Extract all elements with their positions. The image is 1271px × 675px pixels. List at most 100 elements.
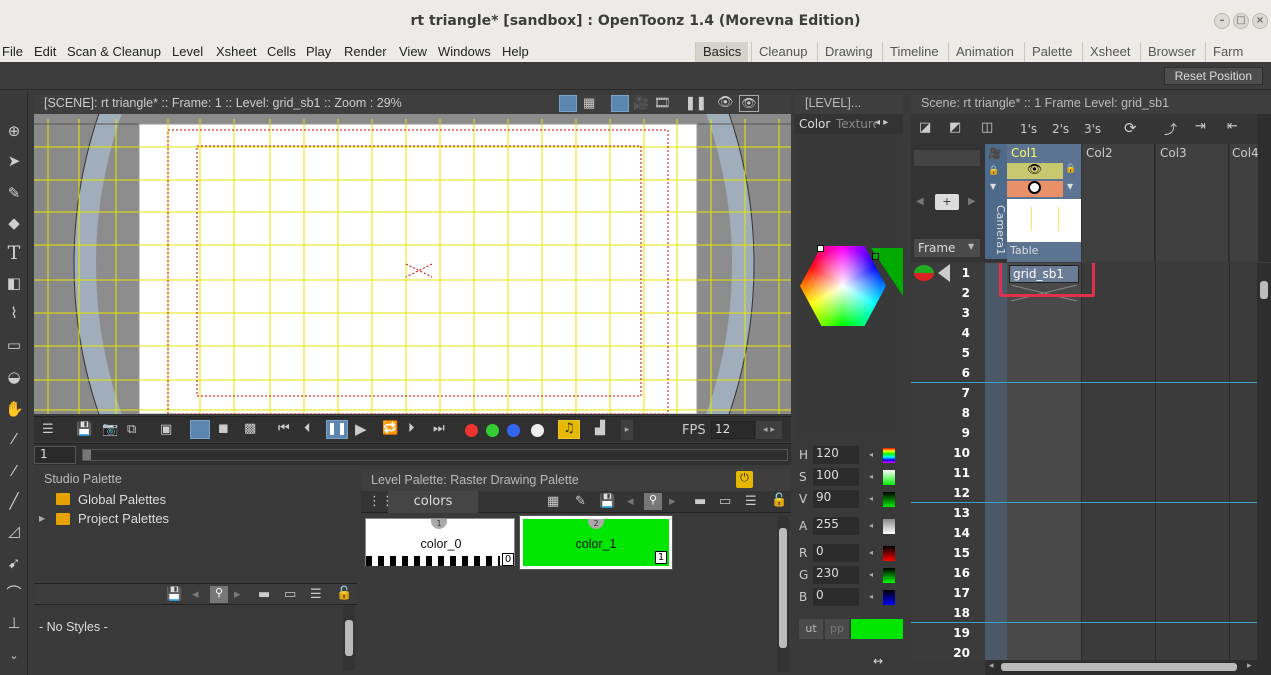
menu-play[interactable]: Play — [306, 44, 331, 59]
menu-cells[interactable]: Cells — [267, 44, 296, 59]
remove-icon[interactable]: ⇤ — [1227, 119, 1238, 134]
r-field[interactable]: 0 — [813, 544, 859, 562]
a-slider[interactable] — [883, 519, 895, 534]
h-field[interactable]: 120 — [813, 446, 859, 464]
b-slider[interactable] — [883, 590, 895, 605]
camera-stand-view-icon[interactable] — [611, 95, 629, 112]
fps-field[interactable]: 12 — [711, 421, 755, 439]
safe-area-toggle-icon[interactable] — [559, 95, 577, 112]
reset-position-button[interactable]: Reset Position — [1163, 67, 1263, 85]
frame-slider-handle[interactable] — [83, 450, 91, 460]
selection-tool-icon[interactable]: ➤ — [5, 152, 23, 170]
camera-lock-icon[interactable]: 🔒 — [988, 166, 999, 176]
save-icon[interactable]: 💾 — [76, 422, 92, 437]
bender-tool-icon[interactable]: ⊥ — [5, 614, 23, 632]
room-timeline[interactable]: Timeline — [882, 42, 946, 62]
sub-camera-preview-icon[interactable]: 👁 — [739, 95, 759, 112]
large-chips-icon[interactable]: ▭ — [284, 587, 296, 602]
scroll-right-icon[interactable]: ▸ — [1247, 661, 1252, 671]
xsheet-horizontal-scrollbar[interactable]: ◂ ▸ — [985, 660, 1271, 675]
menu-view[interactable]: View — [399, 44, 427, 59]
histogram-icon[interactable]: ▟ — [595, 421, 605, 436]
brush-tool-icon[interactable]: ✎ — [5, 184, 23, 202]
key-icon[interactable]: ⚲ — [644, 493, 662, 510]
s-field[interactable]: 100 — [813, 468, 859, 486]
viewer-canvas[interactable] — [34, 114, 791, 414]
checker-bg-icon[interactable]: ▩ — [244, 421, 256, 436]
save-palette-icon[interactable]: 💾 — [599, 494, 615, 509]
tab-color[interactable]: Color — [799, 117, 830, 131]
small-chips-icon[interactable]: ▬ — [258, 587, 270, 602]
v-slider[interactable] — [883, 492, 895, 507]
style-list-scroll-thumb[interactable] — [345, 620, 353, 656]
expand-arrow-icon[interactable]: ▶ — [39, 514, 45, 523]
power-icon[interactable]: ⏻ — [736, 471, 753, 488]
menu-xsheet[interactable]: Xsheet — [216, 44, 256, 59]
menu-windows[interactable]: Windows — [438, 44, 491, 59]
control-point-editor-icon[interactable]: ╱ — [5, 492, 23, 510]
v-slider-arrow-icon[interactable]: ◂ — [869, 494, 873, 503]
frame-dropdown[interactable]: Frame ▼ — [914, 239, 980, 257]
define-subcamera-icon[interactable]: ▣ — [160, 422, 172, 437]
r-slider-arrow-icon[interactable]: ◂ — [869, 548, 873, 557]
v-field[interactable]: 90 — [813, 490, 859, 508]
room-xsheet[interactable]: Xsheet — [1082, 42, 1137, 62]
next-icon[interactable]: ▸ — [669, 494, 676, 509]
col1-preview-toggle[interactable]: 👁 — [1007, 162, 1063, 179]
g-slider[interactable] — [883, 568, 895, 583]
white-bg-icon[interactable] — [190, 420, 210, 439]
horizontal-scroll-thumb[interactable] — [1001, 663, 1237, 671]
loop-icon[interactable]: 🔁 — [382, 421, 398, 436]
b-field[interactable]: 0 — [813, 588, 859, 606]
step-2s-button[interactable]: 2's — [1052, 122, 1069, 136]
a-field[interactable]: 255 — [813, 517, 859, 535]
col3-header[interactable]: Col3 — [1156, 144, 1229, 262]
reframe-icon[interactable]: ⟳ — [1124, 119, 1137, 137]
h-slider-arrow-icon[interactable]: ◂ — [869, 450, 873, 459]
small-chips-icon[interactable]: ▬ — [694, 494, 706, 509]
col1-dropdown-icon[interactable]: ▼ — [1067, 182, 1073, 191]
field-guide-icon[interactable]: ▦ — [583, 95, 595, 111]
menu-edit[interactable]: Edit — [34, 44, 56, 59]
room-drawing[interactable]: Drawing — [817, 42, 880, 62]
more-options-icon[interactable]: ▸ — [621, 420, 633, 440]
fps-stepper[interactable]: ◂ ▸ — [756, 421, 782, 439]
palette-scrollbar[interactable] — [777, 516, 789, 672]
s-slider[interactable] — [883, 470, 895, 485]
tabs-scroll-icon[interactable]: ◂ ▸ — [875, 117, 888, 128]
scroll-left-icon[interactable]: ◂ — [989, 661, 994, 671]
prev-frame-icon[interactable]: ⏴ — [304, 421, 311, 436]
next-icon[interactable]: ▸ — [234, 587, 241, 602]
geometric-tool-icon[interactable]: ◆ — [5, 214, 23, 232]
preview-icon[interactable]: 👁 — [717, 94, 734, 110]
col2-header[interactable]: Col2 — [1082, 144, 1155, 262]
auto-apply-button[interactable]: ut — [799, 619, 823, 639]
room-browser[interactable]: Browser — [1140, 42, 1203, 62]
blue-channel-icon[interactable] — [507, 424, 520, 437]
fill-tool-icon[interactable]: ◧ — [5, 274, 23, 292]
r-slider[interactable] — [883, 546, 895, 561]
list-menu-icon[interactable]: ☰ — [310, 587, 322, 602]
b-slider-arrow-icon[interactable]: ◂ — [869, 592, 873, 601]
palette-scroll-thumb[interactable] — [779, 528, 787, 648]
xsheet-toolbar-scroll[interactable] — [1257, 114, 1271, 144]
grid-view-icon[interactable]: ▦ — [547, 494, 559, 509]
h-slider[interactable] — [883, 448, 895, 463]
animate-tool-icon[interactable]: ⊕ — [5, 122, 23, 140]
wheel-handle[interactable] — [817, 245, 824, 252]
pause-icon[interactable]: ❚❚ — [326, 420, 348, 439]
magnet-tool-icon[interactable]: ⌒ — [5, 584, 23, 602]
lock-icon[interactable]: 🔓 — [336, 586, 352, 601]
a-slider-arrow-icon[interactable]: ◂ — [869, 521, 873, 530]
step-3s-button[interactable]: 3's — [1084, 122, 1101, 136]
resize-icon[interactable]: ↔ — [873, 654, 883, 668]
room-farm[interactable]: Farm — [1205, 42, 1250, 62]
menu-scan-cleanup[interactable]: Scan & Cleanup — [67, 44, 161, 59]
compare-icon[interactable]: ⧉ — [127, 422, 136, 437]
new-toonz-level-icon[interactable]: ◩ — [949, 120, 961, 135]
finger-tool-icon[interactable]: ✋ — [5, 400, 24, 418]
g-field[interactable]: 230 — [813, 566, 859, 584]
room-palette[interactable]: Palette — [1024, 42, 1079, 62]
insert-icon[interactable]: ⇥ — [1195, 119, 1206, 134]
project-palettes-item[interactable]: Project Palettes — [78, 511, 169, 526]
